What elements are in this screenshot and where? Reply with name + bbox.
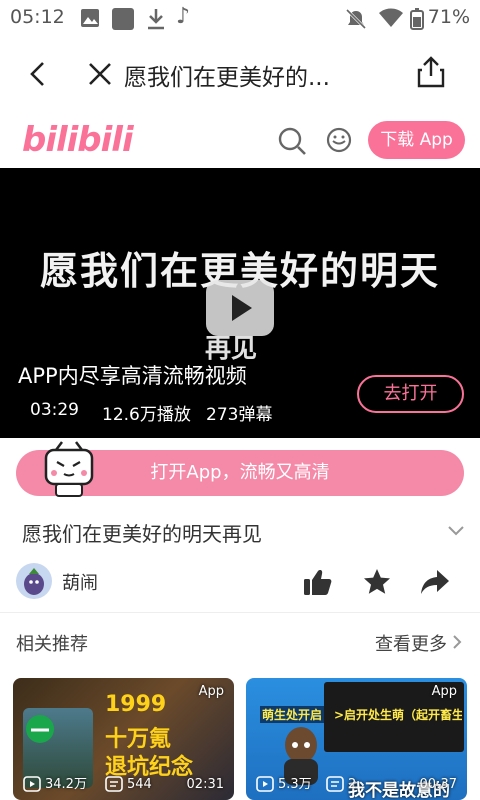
chat-icon[interactable] [325,126,353,154]
battery-percent: 71% [427,6,470,28]
music-app-icon: ♪ [176,4,191,29]
download-app-button[interactable]: 下载 App [368,121,465,159]
related-card[interactable]: 萌生处开启 >启开处生萌（起开畜生们） 我不是故意的 App 5.3万 2 00… [246,678,467,800]
mute-icon [345,8,367,30]
green-badge-icon [26,715,54,743]
video-danmaku: 273弹幕 [206,405,273,425]
app-tag: App [198,684,224,699]
view-count: 5.3万 [278,777,312,792]
video-duration: 03:29 [30,400,79,420]
view-count: 34.2万 [45,777,87,792]
avatar[interactable] [16,563,52,599]
section-divider [0,612,480,613]
play-count-icon [256,776,274,792]
back-icon[interactable] [26,60,50,88]
status-bar: 05:12 ♪ 71% [0,0,480,36]
close-icon[interactable] [88,62,112,86]
cover-text: 1999 [105,692,167,717]
danmaku-count-icon [105,776,123,792]
play-icon [232,295,252,321]
danmaku-count-icon [326,776,344,792]
video-player[interactable]: 愿我们在更美好的明天 再见 APP内尽享高清流畅视频 03:29 12.6万播放… [0,168,480,438]
card-duration: 02:31 [186,777,224,792]
cover-text: 萌生处开启 [260,706,325,723]
play-button[interactable] [206,280,274,336]
status-time: 05:12 [10,6,65,28]
share-icon[interactable] [416,56,446,88]
battery-icon [410,8,424,30]
video-title: 愿我们在更美好的明天再见 [22,522,262,546]
download-icon [148,9,164,30]
favorite-star-icon[interactable] [363,568,391,596]
gallery-icon [81,9,99,27]
tv-mascot-icon [44,441,94,497]
like-icon[interactable] [303,568,333,596]
danmaku-count: 544 [127,777,152,792]
app-notification-icon [112,8,134,30]
uploader-name[interactable]: 葫闹 [62,569,98,595]
search-icon[interactable] [277,126,307,156]
wifi-icon [379,8,403,27]
app-tag: App [431,684,457,699]
danmaku-count: 2 [348,777,357,792]
video-promo-text: APP内尽享高清流畅视频 [18,364,247,388]
play-count-icon [23,776,41,792]
forward-share-icon[interactable] [420,569,450,595]
browser-nav-bar: 愿我们在更美好的... [0,40,480,106]
bilibili-logo[interactable]: bilibili [22,120,134,160]
related-card[interactable]: 1999 十万氪 退坑纪念 App 34.2万 544 02:31 [13,678,234,800]
page-title: 愿我们在更美好的... [124,65,330,91]
open-in-app-button[interactable]: 去打开 [357,375,464,413]
see-more-link[interactable]: 查看更多 [375,630,447,656]
chevron-down-icon[interactable] [446,524,466,538]
card-duration: 00:37 [419,777,457,792]
video-plays: 12.6万播放 [102,405,191,425]
cover-text: >启开处生萌（起开畜生们） [334,708,462,722]
related-title: 相关推荐 [16,634,88,655]
chevron-right-icon[interactable] [452,634,462,650]
